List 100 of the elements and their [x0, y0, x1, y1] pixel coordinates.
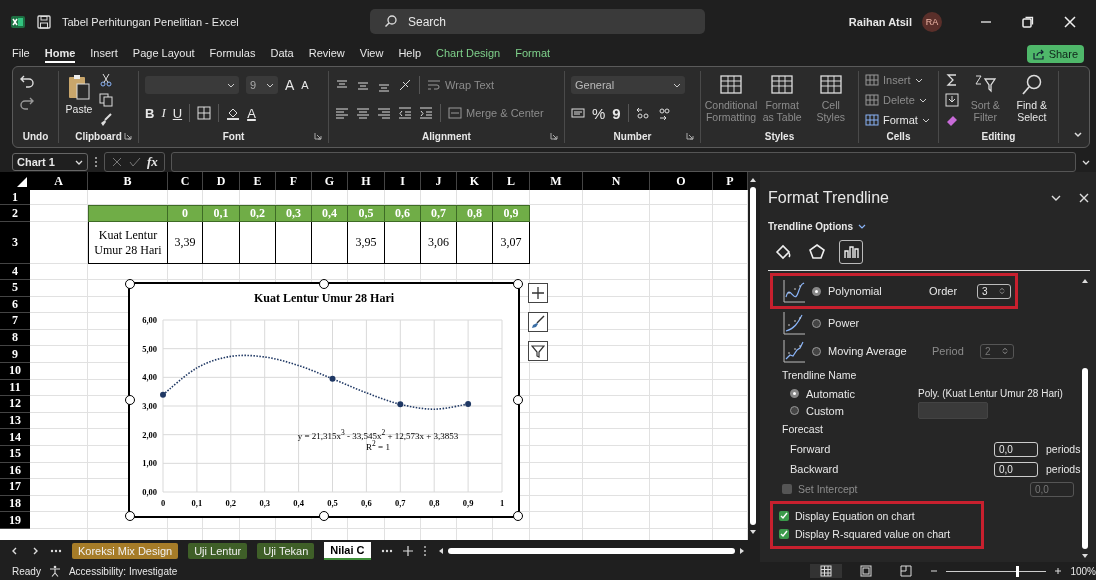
- ribbon-tab[interactable]: Review: [308, 45, 345, 63]
- align-left-icon[interactable]: [335, 106, 349, 120]
- bold-button[interactable]: B: [145, 105, 155, 121]
- column-header[interactable]: K: [457, 172, 493, 190]
- align-center-icon[interactable]: [356, 106, 370, 120]
- forecast-field[interactable]: 0,0: [994, 441, 1038, 457]
- ribbon-tab[interactable]: Data: [270, 45, 294, 63]
- number-format-field[interactable]: General: [571, 76, 685, 94]
- resize-handle[interactable]: [513, 511, 523, 521]
- insert-function-button[interactable]: fx: [147, 154, 158, 170]
- percent-button[interactable]: %: [592, 104, 606, 122]
- column-header[interactable]: M: [530, 172, 583, 190]
- cancel-icon[interactable]: [111, 156, 123, 168]
- close-icon[interactable]: [1078, 192, 1090, 204]
- italic-button[interactable]: I: [161, 105, 166, 121]
- accessibility-status[interactable]: Accessibility: Investigate: [68, 565, 178, 577]
- ribbon-tab[interactable]: Home: [44, 45, 76, 63]
- fill-down-icon[interactable]: [945, 93, 959, 107]
- select-all-icon[interactable]: [17, 177, 27, 187]
- sheet-tab[interactable]: Nilai C: [324, 542, 371, 560]
- dialog-launcher-icon[interactable]: [124, 132, 132, 140]
- scissors-icon[interactable]: [99, 73, 113, 87]
- checkbox[interactable]: Display Equation on chart: [779, 510, 973, 522]
- orientation-icon[interactable]: [398, 78, 412, 92]
- decrease-decimal-icon[interactable]: [656, 106, 671, 120]
- ribbon-tab[interactable]: Format: [515, 45, 551, 63]
- shrink-font-button[interactable]: A: [301, 79, 309, 91]
- chart-styles-button[interactable]: [528, 312, 548, 332]
- view-button[interactable]: [810, 564, 843, 578]
- resize-handle[interactable]: [513, 279, 523, 289]
- row-header[interactable]: 1: [0, 190, 30, 205]
- column-header[interactable]: B: [88, 172, 168, 190]
- editing-button[interactable]: Find & Select: [1011, 71, 1052, 123]
- row-header[interactable]: 7: [0, 313, 30, 330]
- ribbon-tab[interactable]: View: [359, 45, 384, 63]
- dialog-launcher-icon[interactable]: [686, 132, 694, 140]
- column-header[interactable]: H: [348, 172, 385, 190]
- radio-button[interactable]: Custom: [790, 404, 918, 417]
- scroll-up-icon[interactable]: [749, 176, 757, 184]
- column-header[interactable]: E: [240, 172, 276, 190]
- ribbon-tab[interactable]: Chart Design: [436, 45, 501, 63]
- increase-decimal-icon[interactable]: [635, 106, 650, 120]
- sheet-tab[interactable]: Uji Lentur: [188, 543, 248, 559]
- row-header[interactable]: 5: [0, 280, 30, 297]
- chart-area[interactable]: Kuat Lentur Umur 28 Hari 0 0,1 0,2 0,3 0,4 0,5 0,6 0,7 0,8 0,9 1 0,00 1,00 2,00 3,00 4,00 5,00 6,00 y = 21,315x$^{3}$ - 33,545x$^{2}$ + 12,573x + 3,3853 R$^{2}$ = 1: [130, 284, 518, 516]
- ribbon-tab[interactable]: Help: [398, 45, 422, 63]
- redo-button[interactable]: [19, 95, 35, 111]
- scroll-down-icon[interactable]: [1081, 552, 1089, 560]
- underline-button[interactable]: U: [172, 105, 183, 121]
- column-header[interactable]: D: [203, 172, 240, 190]
- row-header[interactable]: 19: [0, 512, 30, 529]
- paste-button[interactable]: Paste: [65, 71, 93, 115]
- spin-arrows-icon[interactable]: [998, 287, 1006, 295]
- increase-indent-icon[interactable]: [419, 106, 433, 120]
- save-icon[interactable]: [36, 14, 52, 30]
- data-point[interactable]: [397, 401, 404, 408]
- check-icon[interactable]: [129, 156, 141, 168]
- row-header[interactable]: 17: [0, 479, 30, 496]
- collapse-ribbon-icon[interactable]: [1073, 129, 1083, 139]
- resize-handle[interactable]: [125, 279, 135, 289]
- chevron-down-icon[interactable]: [858, 222, 866, 230]
- more-icon[interactable]: [94, 156, 98, 168]
- user-name[interactable]: Raihan Atsil: [848, 16, 912, 28]
- scroll-down-icon[interactable]: [749, 528, 757, 536]
- dialog-launcher-icon[interactable]: [550, 132, 558, 140]
- user-avatar[interactable]: RA: [922, 12, 942, 32]
- row-header[interactable]: 14: [0, 429, 30, 446]
- panel-tab[interactable]: [839, 240, 863, 264]
- search-field[interactable]: Search: [370, 9, 705, 34]
- radio-button[interactable]: Polynomial: [812, 285, 882, 297]
- brush-icon[interactable]: [99, 113, 113, 127]
- zoom-out-icon[interactable]: [930, 567, 939, 575]
- eraser-icon[interactable]: [945, 113, 959, 127]
- name-box[interactable]: Chart 1: [12, 153, 88, 171]
- cells-button[interactable]: Format: [865, 113, 930, 127]
- expand-icon[interactable]: [1082, 158, 1090, 166]
- comma-style-button[interactable]: 9: [612, 104, 621, 122]
- chart-elements-button[interactable]: [528, 283, 548, 303]
- fill-color-icon[interactable]: [226, 106, 241, 120]
- row-header[interactable]: 3: [0, 222, 30, 264]
- spin-field[interactable]: 3: [977, 283, 1011, 299]
- scroll-right-icon[interactable]: [738, 547, 746, 555]
- row-header[interactable]: 9: [0, 346, 30, 363]
- column-header[interactable]: J: [421, 172, 457, 190]
- copy-icon[interactable]: [99, 93, 113, 107]
- restore-icon[interactable]: [1021, 15, 1035, 29]
- data-point[interactable]: [465, 401, 472, 407]
- close-icon[interactable]: [1063, 15, 1077, 29]
- ribbon-tab[interactable]: Formulas: [209, 45, 256, 63]
- add-sheet-icon[interactable]: [402, 546, 413, 556]
- data-point[interactable]: [160, 391, 166, 398]
- sheet-tab[interactable]: Uji Tekan: [257, 543, 315, 559]
- zoom-level[interactable]: 100%: [1070, 565, 1096, 577]
- row-header[interactable]: 2: [0, 205, 30, 222]
- resize-handle[interactable]: [125, 511, 135, 521]
- undo-button[interactable]: [19, 73, 35, 89]
- column-header[interactable]: G: [312, 172, 348, 190]
- column-header[interactable]: F: [276, 172, 312, 190]
- accessibility-icon[interactable]: [48, 565, 61, 577]
- grow-font-button[interactable]: A: [285, 77, 295, 93]
